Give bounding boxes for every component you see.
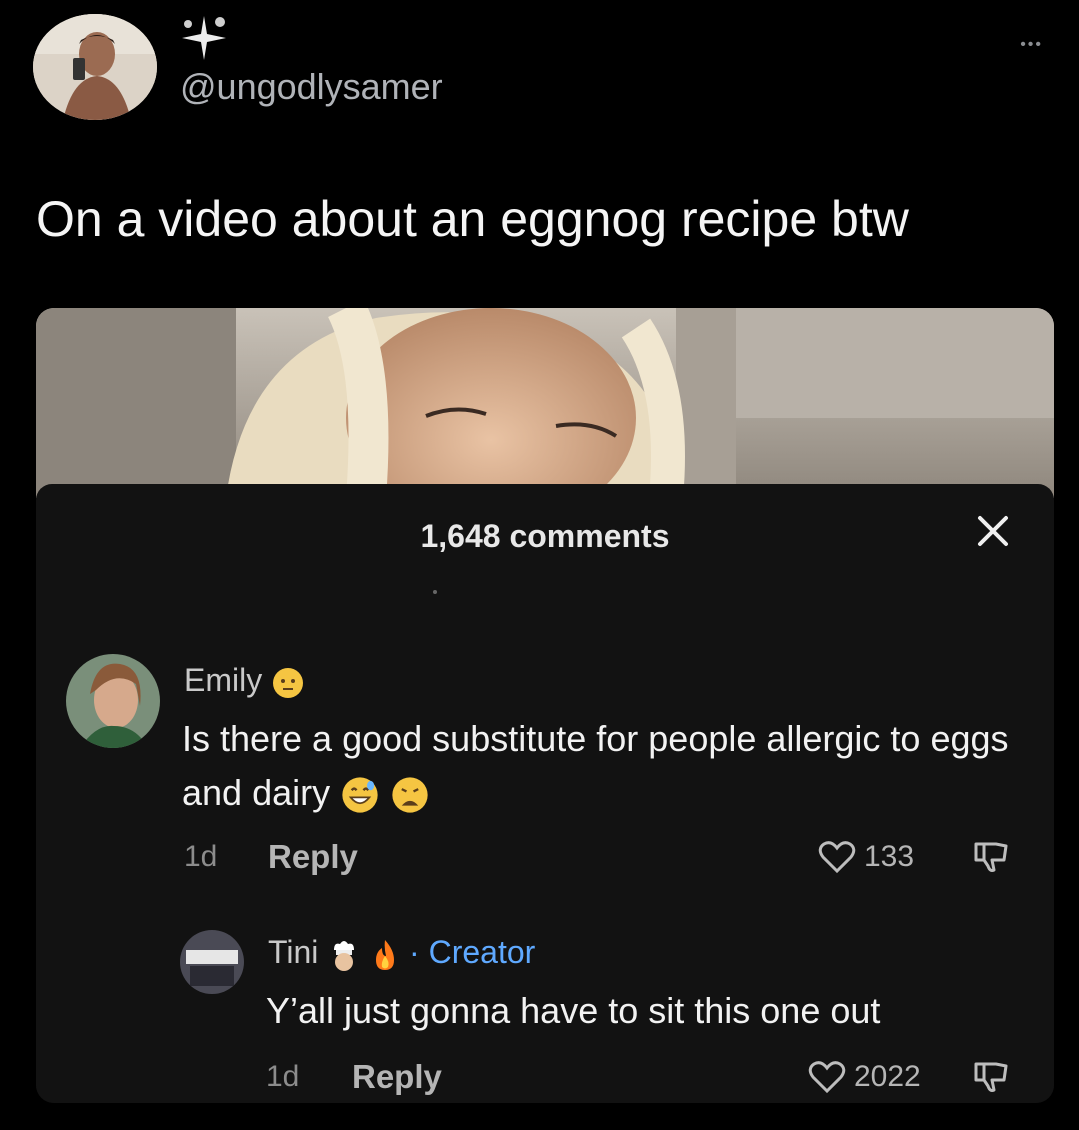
reply-text: Y’all just gonna have to sit this one ou… [266, 990, 881, 1031]
chef-emoji-icon [334, 940, 355, 971]
emoji-icon [392, 777, 428, 814]
sparkle-icon [182, 16, 226, 60]
heart-icon[interactable] [818, 840, 856, 874]
comments-sheet: 1,648 comments Emily Is there a good sub… [36, 484, 1054, 1103]
reply-button[interactable]: Reply [352, 1058, 442, 1096]
emoji-icon [273, 667, 304, 698]
reply-age: 1d [266, 1060, 300, 1093]
close-icon[interactable] [974, 512, 1012, 550]
fire-emoji-icon [376, 939, 395, 970]
more-icon[interactable]: ••• [1020, 36, 1043, 54]
heart-icon[interactable] [808, 1060, 846, 1094]
dislike-icon[interactable] [972, 1058, 1010, 1096]
reply-avatar[interactable] [180, 930, 244, 994]
reply-author[interactable]: Tini · Creator [268, 934, 535, 972]
like-count: 2022 [854, 1060, 921, 1093]
emoji-icon [342, 777, 378, 814]
comment-author[interactable]: Emily [184, 662, 305, 700]
comments-count: 1,648 comments [420, 518, 670, 554]
user-handle[interactable]: @ungodlysamer [180, 66, 443, 108]
dislike-icon[interactable] [972, 838, 1010, 876]
comment-age: 1d [184, 840, 218, 873]
creator-badge: · Creator [409, 934, 536, 970]
profile-avatar[interactable] [33, 14, 157, 120]
like-count: 133 [864, 840, 915, 873]
loading-dot [433, 590, 437, 594]
reply-button[interactable]: Reply [268, 838, 358, 876]
tweet-text: On a video about an eggnog recipe btw [36, 191, 909, 247]
comment-avatar[interactable] [66, 654, 160, 748]
tweet-media[interactable]: 1,648 comments Emily Is there a good sub… [36, 308, 1054, 1103]
comment-text: Is there a good substitute for people al… [182, 712, 1012, 820]
video-frame [36, 308, 1054, 498]
